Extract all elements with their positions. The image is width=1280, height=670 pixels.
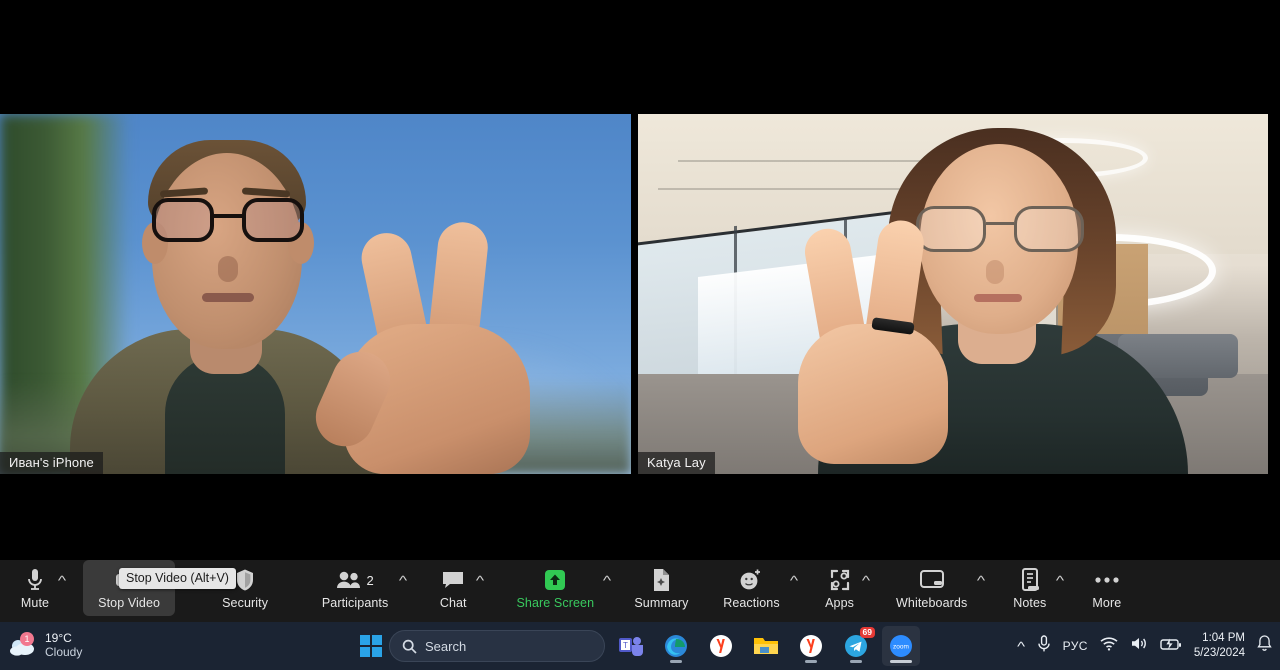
notes-label: Notes <box>1013 596 1047 610</box>
summary-button[interactable]: Summary <box>626 560 696 616</box>
participants-caret-icon[interactable]: ^ <box>399 574 407 587</box>
participant-tile-2[interactable]: Katya Lay <box>638 114 1268 474</box>
participant-name-label-2: Katya Lay <box>638 452 715 474</box>
svg-text:zoom: zoom <box>893 644 909 651</box>
video-stage: Иван's iPhone Katya Lay <box>0 0 1280 622</box>
microphone-icon <box>26 566 44 594</box>
search-placeholder: Search <box>425 638 467 654</box>
volume-icon[interactable] <box>1130 636 1148 656</box>
person-figure-2 <box>788 114 1208 474</box>
notes-icon <box>1020 566 1040 594</box>
video-feed-1 <box>0 114 631 474</box>
glasses-icon <box>152 198 304 244</box>
more-label: More <box>1092 596 1122 610</box>
share-screen-button[interactable]: Share Screen <box>509 560 601 616</box>
peace-sign-hand-2 <box>768 204 988 464</box>
weather-widget[interactable]: 1 19°C Cloudy <box>0 626 82 666</box>
windows-taskbar: 1 19°C Cloudy Search T 69 zoom ^ РУС 1:0… <box>0 622 1280 670</box>
participants-count: 2 <box>366 572 374 588</box>
taskbar-app-file-explorer[interactable] <box>747 626 785 666</box>
peace-sign-hand-1 <box>300 219 590 474</box>
apps-button[interactable]: Apps <box>820 560 860 616</box>
more-button[interactable]: More <box>1081 560 1133 616</box>
chat-caret-icon[interactable]: ^ <box>476 574 484 587</box>
share-screen-label: Share Screen <box>516 596 595 610</box>
participants-button[interactable]: 2 Participants <box>313 560 397 616</box>
stop-video-tooltip: Stop Video (Alt+V) <box>119 568 236 589</box>
clock-date: 5/23/2024 <box>1193 647 1245 659</box>
system-tray: ^ РУС 1:04 PM 5/23/2024 <box>1018 631 1272 661</box>
share-screen-icon <box>543 566 567 594</box>
clock-time: 1:04 PM <box>1202 632 1245 645</box>
tray-language[interactable]: РУС <box>1063 639 1088 653</box>
taskbar-app-telegram[interactable]: 69 <box>837 626 875 666</box>
participant-name-label: Иван's iPhone <box>0 452 103 474</box>
zoom-meeting-window: Иван's iPhone Katya Lay Mute ^ Stop Vide… <box>0 0 1280 670</box>
share-screen-caret-icon[interactable]: ^ <box>603 574 611 587</box>
video-feed-2 <box>638 114 1268 474</box>
reactions-label: Reactions <box>723 596 780 610</box>
weather-temperature: 19°C <box>45 631 72 646</box>
weather-badge: 1 <box>20 632 34 646</box>
taskbar-app-yandex-browser[interactable] <box>702 626 740 666</box>
reactions-button[interactable]: Reactions <box>714 560 788 616</box>
search-icon <box>402 639 417 654</box>
chat-label: Chat <box>439 596 467 610</box>
summary-label: Summary <box>634 596 689 610</box>
mute-label: Mute <box>20 596 50 610</box>
taskbar-app-zoom[interactable]: zoom <box>882 626 920 666</box>
summary-icon <box>651 566 671 594</box>
notes-button[interactable]: Notes <box>1006 560 1054 616</box>
telegram-badge: 69 <box>859 627 875 639</box>
shield-icon <box>235 566 255 594</box>
apps-icon <box>828 566 852 594</box>
mute-button[interactable]: Mute <box>14 560 56 616</box>
taskbar-app-yandex[interactable] <box>792 626 830 666</box>
search-input[interactable]: Search <box>389 630 605 662</box>
whiteboards-caret-icon[interactable]: ^ <box>977 574 985 587</box>
stop-video-label: Stop Video <box>98 596 161 610</box>
apps-caret-icon[interactable]: ^ <box>861 574 869 587</box>
whiteboard-icon <box>919 566 945 594</box>
ellipsis-icon <box>1094 566 1120 594</box>
security-label: Security <box>222 596 269 610</box>
start-button[interactable] <box>360 635 382 657</box>
audio-options-caret-icon[interactable]: ^ <box>58 574 66 587</box>
participants-label: Participants <box>321 596 389 610</box>
chat-button[interactable]: Chat <box>432 560 474 616</box>
taskbar-app-edge[interactable] <box>657 626 695 666</box>
taskbar-app-teams[interactable]: T <box>612 626 650 666</box>
weather-condition: Cloudy <box>45 645 83 659</box>
apps-label: Apps <box>825 596 854 610</box>
tray-microphone-icon[interactable] <box>1037 634 1051 658</box>
whiteboards-button[interactable]: Whiteboards <box>889 560 975 616</box>
reactions-caret-icon[interactable]: ^ <box>790 574 798 587</box>
svg-text:T: T <box>623 641 628 650</box>
taskbar-center-group: Search T 69 zoom <box>360 626 920 666</box>
notes-caret-icon[interactable]: ^ <box>1056 574 1064 587</box>
notification-bell-icon[interactable] <box>1257 635 1272 657</box>
people-icon: 2 <box>336 566 374 594</box>
tray-expand-caret-icon[interactable]: ^ <box>1018 639 1026 654</box>
taskbar-clock[interactable]: 1:04 PM 5/23/2024 <box>1194 631 1245 661</box>
wifi-icon[interactable] <box>1100 636 1118 656</box>
participant-tile-1[interactable]: Иван's iPhone <box>0 114 631 474</box>
smiley-plus-icon <box>739 566 763 594</box>
whiteboards-label: Whiteboards <box>896 596 968 610</box>
battery-charging-icon[interactable] <box>1160 637 1182 656</box>
chat-bubble-icon <box>441 566 465 594</box>
